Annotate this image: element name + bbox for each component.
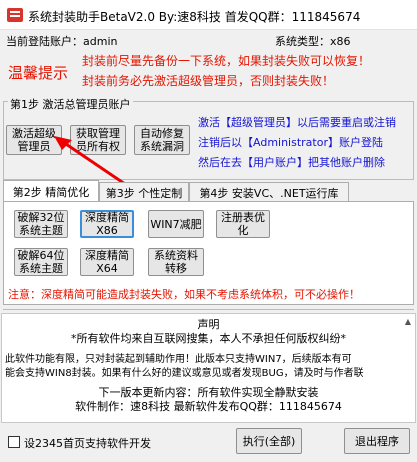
win7-slim-button[interactable]: WIN7减肥	[148, 210, 204, 238]
title-bar: 系统封装助手BetaV2.0 By:速8科技 首发QQ群：111845674	[0, 0, 417, 30]
tips-label: 温馨提示	[8, 64, 69, 82]
current-user-label: 当前登陆账户：admin	[6, 35, 118, 48]
statement-line-1: *所有软件均来自互联网搜集，本人不承担任何版权纠纷*	[71, 332, 346, 345]
crack-32-theme-button[interactable]: 破解32位 系统主题	[14, 210, 68, 238]
tips-line-1: 封装前尽量先备份一下系统，如果封装失败可以恢复！	[82, 54, 371, 68]
deep-slim-x86-button[interactable]: 深度精简 X86	[80, 210, 134, 238]
system-data-migrate-button[interactable]: 系统资料 转移	[148, 248, 204, 276]
statement-line-2: 此软件功能有限，只对封装起到辅助作用！此版本只支持WIN7，后续版本有可	[5, 354, 352, 365]
step1-info-3: 然后在去【用户账户】把其他账户删除	[198, 156, 385, 169]
auto-repair-button[interactable]: 自动修复 系统漏洞	[134, 125, 190, 155]
app-icon	[7, 8, 23, 22]
exit-button[interactable]: 退出程序	[344, 428, 410, 454]
step1-info-1: 激活【超级管理员】以后需要重启或注销	[198, 116, 396, 129]
statement-line-3: 能会支持WIN8封装。如果有什么好的建议或意见或者发现BUG，请及时与作者联	[5, 368, 364, 379]
statement-divider	[3, 309, 414, 310]
tab-step4[interactable]: 第4步 安装VC、.NET运行库	[189, 182, 349, 202]
tab-step3[interactable]: 第3步 个性定制	[99, 182, 189, 202]
window-title: 系统封装助手BetaV2.0 By:速8科技 首发QQ群：111845674	[28, 10, 361, 24]
registry-optimize-button[interactable]: 注册表优化	[216, 210, 270, 238]
step1-title: 第1步 激活总管理员账户	[8, 96, 133, 112]
statement-box: ▲ 声明 *所有软件均来自互联网搜集，本人不承担任何版权纠纷* 此软件功能有限，…	[1, 313, 416, 423]
step1-info-2: 注销后以【Administrator】账户登陆	[198, 136, 383, 149]
support-checkbox[interactable]	[8, 436, 20, 448]
statement-line-5: 软件制作：速8科技 最新软件发布QQ群：111845674	[75, 400, 342, 413]
crack-64-theme-button[interactable]: 破解64位 系统主题	[14, 248, 68, 276]
execute-all-button[interactable]: 执行(全部)	[236, 428, 302, 454]
system-type-label: 系统类型：x86	[275, 35, 351, 48]
deep-slim-warning: 注意：深度精简可能造成封装失败，如果不考虑系统体积，可不必操作！	[8, 288, 360, 301]
tips-line-2: 封装前务必先激活超级管理员，否则封装失败！	[82, 74, 335, 88]
deep-slim-x64-button[interactable]: 深度精简 X64	[80, 248, 134, 276]
support-checkbox-label: 设2345首页支持软件开发	[24, 437, 151, 450]
tab-step2[interactable]: 第2步 精简优化	[3, 180, 99, 202]
